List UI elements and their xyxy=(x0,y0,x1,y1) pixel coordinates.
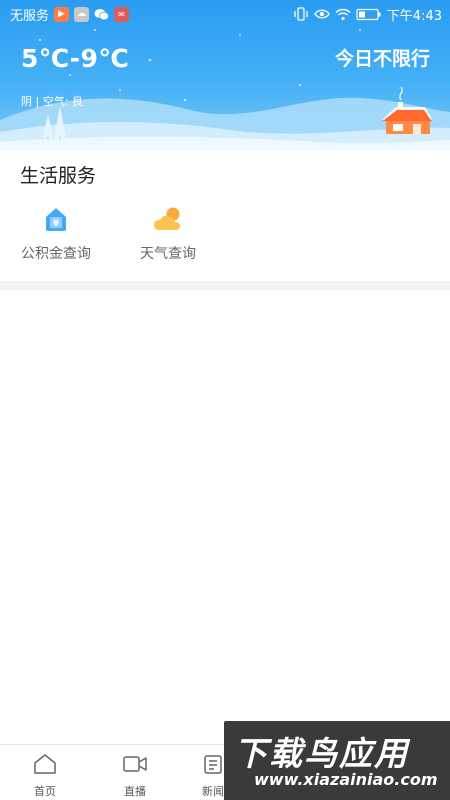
clock: 下午4:43 xyxy=(386,8,442,24)
section-divider xyxy=(0,281,450,290)
watermark-url: www.xiazainiao.com xyxy=(254,770,438,789)
status-bar: 无服务 ▶ ☁ ✉ 下午4:43 xyxy=(0,0,450,28)
housing-fund-label: 公积金查询 xyxy=(21,246,91,262)
watermark-banner: 下载鸟应用 www.xiazainiao.com xyxy=(224,721,450,800)
home-icon xyxy=(33,753,57,779)
weather-service-label: 天气查询 xyxy=(140,246,196,262)
battery-icon xyxy=(356,8,382,21)
tab-live-label: 直播 xyxy=(124,785,146,798)
weather-header[interactable]: 无服务 ▶ ☁ ✉ 下午4:43 5℃-9℃ 今日不限行 阴 | 空气: 良 xyxy=(0,0,450,150)
live-video-icon xyxy=(122,753,148,779)
watermark-title: 下载鸟应用 xyxy=(234,734,409,773)
tab-news-label: 新闻 xyxy=(202,785,224,798)
weather-service[interactable]: 天气查询 xyxy=(118,204,218,263)
housing-fund-service[interactable]: ¥ 公积金查询 xyxy=(6,204,106,263)
news-icon xyxy=(201,753,225,779)
video-app-icon: ▶ xyxy=(54,6,70,22)
tab-home[interactable]: 首页 xyxy=(15,753,75,799)
wifi-icon xyxy=(335,8,351,21)
svg-text:¥: ¥ xyxy=(53,219,60,229)
tab-home-label: 首页 xyxy=(34,785,56,798)
app-screen: 无服务 ▶ ☁ ✉ 下午4:43 5℃-9℃ 今日不限行 阴 | 空气: 良 生… xyxy=(0,0,450,800)
carrier-label: 无服务 xyxy=(10,8,50,24)
section-title: 生活服务 xyxy=(20,165,97,187)
vibrate-icon xyxy=(293,7,309,21)
weather-condition: 阴 | 空气: 良 xyxy=(21,95,83,108)
wechat-icon xyxy=(94,7,109,22)
tab-live[interactable]: 直播 xyxy=(105,753,165,799)
traffic-restriction: 今日不限行 xyxy=(334,48,430,70)
temperature-range: 5℃-9℃ xyxy=(21,44,130,73)
housing-fund-icon: ¥ xyxy=(41,204,71,234)
eye-comfort-icon xyxy=(314,8,330,20)
weather-cloud-sun-icon xyxy=(153,204,183,234)
app-icon: ☁ xyxy=(74,6,90,22)
app-badge-icon: ✉ xyxy=(114,6,130,22)
